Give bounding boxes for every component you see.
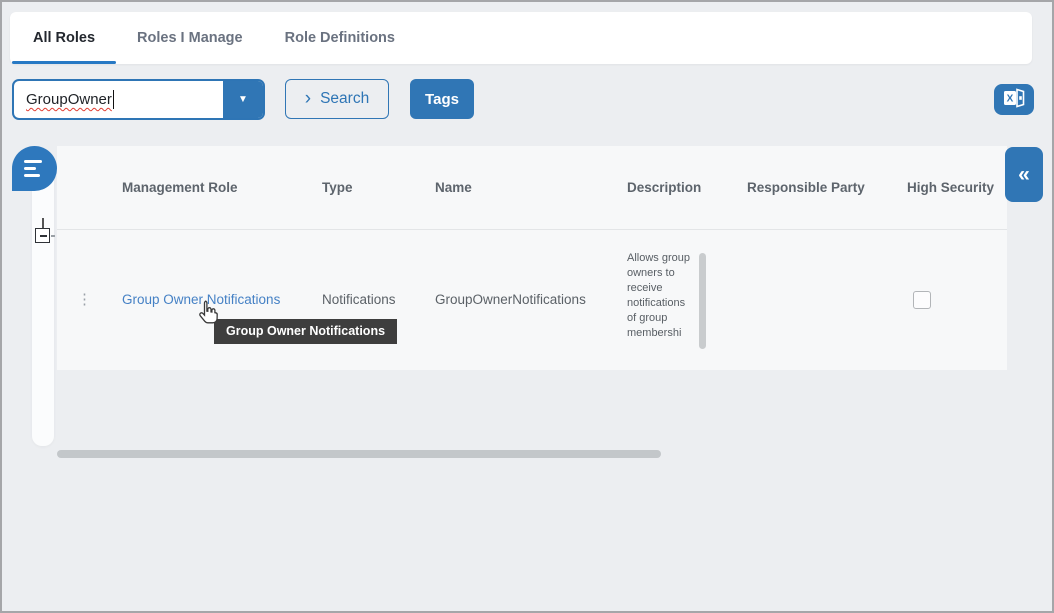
header-name: Name — [425, 146, 617, 229]
collapsed-tree-panel — [32, 174, 54, 446]
collapse-panel-button[interactable]: « — [1005, 147, 1043, 202]
table-header-row: Management Role Type Name Description Re… — [57, 146, 1007, 230]
search-input-value: GroupOwner — [26, 91, 112, 108]
chevron-down-icon: ▼ — [238, 94, 248, 105]
excel-icon: X — [1003, 88, 1025, 111]
text-caret — [113, 90, 115, 109]
tags-button-label: Tags — [425, 91, 459, 108]
row-actions-cell: ⋮ — [57, 230, 117, 369]
high-security-checkbox[interactable] — [913, 291, 931, 309]
search-button-label: Search — [320, 90, 369, 108]
tags-button[interactable]: Tags — [410, 79, 474, 119]
search-button[interactable]: › Search — [285, 79, 389, 119]
header-high-security: High Security — [897, 146, 1007, 229]
role-link[interactable]: Group Owner Notifications — [122, 292, 280, 307]
kebab-menu-icon[interactable]: ⋮ — [77, 292, 92, 307]
chevron-right-icon: › — [305, 89, 311, 108]
roles-table: Management Role Type Name Description Re… — [57, 146, 1007, 370]
description-cell: Allows group owners to receive notificat… — [617, 230, 737, 369]
tab-roles-i-manage[interactable]: Roles I Manage — [116, 12, 264, 64]
horizontal-scrollbar[interactable] — [57, 450, 661, 458]
search-dropdown-button[interactable]: ▼ — [223, 81, 263, 118]
double-chevron-left-icon: « — [1018, 163, 1030, 187]
description-scrollbar[interactable] — [699, 253, 706, 349]
header-description: Description — [617, 146, 737, 229]
description-text: Allows group owners to receive notificat… — [627, 251, 691, 352]
tree-collapse-icon — [35, 228, 50, 243]
tree-branch-dash — [51, 235, 55, 237]
svg-text:X: X — [1007, 94, 1014, 105]
header-actions-spacer — [57, 146, 117, 229]
role-search-combobox: GroupOwner ▼ — [12, 79, 265, 120]
management-role-cell: Group Owner Notifications — [117, 230, 312, 369]
tab-bar: All Roles Roles I Manage Role Definition… — [10, 12, 1032, 64]
filter-menu-button[interactable] — [12, 146, 57, 191]
search-input[interactable]: GroupOwner — [14, 81, 223, 118]
table-row: ⋮ Group Owner Notifications Notification… — [57, 230, 1007, 369]
tab-role-definitions[interactable]: Role Definitions — [264, 12, 416, 64]
header-management-role: Management Role — [117, 146, 312, 229]
high-security-cell — [897, 230, 1007, 369]
header-responsible-party: Responsible Party — [737, 146, 897, 229]
export-excel-button[interactable]: X — [994, 84, 1034, 115]
tree-collapse-node[interactable] — [34, 218, 58, 250]
tree-connector-line — [42, 218, 44, 228]
tab-all-roles-label: All Roles — [33, 30, 95, 46]
header-type: Type — [312, 146, 425, 229]
name-cell: GroupOwnerNotifications — [425, 230, 617, 369]
tab-all-roles[interactable]: All Roles — [12, 12, 116, 64]
app-window: All Roles Roles I Manage Role Definition… — [0, 0, 1054, 613]
responsible-party-cell — [737, 230, 897, 369]
link-tooltip: Group Owner Notifications — [214, 319, 397, 344]
type-cell: Notifications — [312, 230, 425, 369]
tab-roles-i-manage-label: Roles I Manage — [137, 30, 243, 46]
tab-role-definitions-label: Role Definitions — [285, 30, 395, 46]
